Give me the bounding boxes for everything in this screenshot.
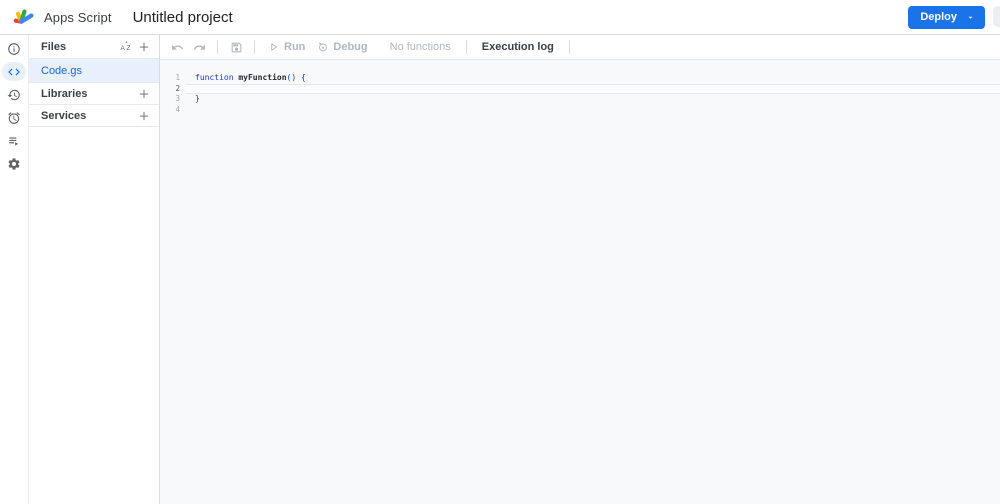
sidebar-item-executions[interactable] <box>0 129 29 152</box>
undo-icon[interactable] <box>166 36 188 58</box>
debug-icon <box>319 42 328 52</box>
code-lines: 1 function myFunction() {2 3} 4 <box>160 73 1000 115</box>
files-panel-header: Files A Z <box>29 35 159 59</box>
code-line-content <box>186 105 1000 116</box>
debug-button[interactable]: Debug <box>311 36 373 58</box>
settings-gear-icon <box>7 157 21 171</box>
code-editor[interactable]: 1 function myFunction() {2 3} 4 <box>160 60 1000 504</box>
editor-column: Run Debug No functions Execution log 1 fu… <box>160 35 1000 504</box>
executions-icon <box>7 134 21 148</box>
add-file-icon[interactable] <box>135 38 152 55</box>
save-icon[interactable] <box>225 36 247 58</box>
function-selector[interactable]: No functions <box>382 41 459 53</box>
code-icon <box>2 62 26 81</box>
deploy-button[interactable]: Deploy <box>908 5 985 29</box>
code-line[interactable]: 1 function myFunction() { <box>160 73 1000 84</box>
code-line[interactable]: 3} <box>160 94 1000 105</box>
execution-log-button[interactable]: Execution log <box>474 41 562 53</box>
files-panel-title: Files <box>41 40 67 53</box>
svg-text:A: A <box>121 45 126 52</box>
services-section[interactable]: Services <box>29 105 159 127</box>
deploy-button-label: Deploy <box>920 11 957 23</box>
play-icon <box>271 43 277 51</box>
debug-label: Debug <box>333 41 368 53</box>
files-panel: Files A Z Code.gs Libraries Services <box>29 35 160 504</box>
sidebar-item-project-settings[interactable] <box>0 152 29 175</box>
code-line-content: function myFunction() { <box>195 73 306 82</box>
header-edge-element <box>993 6 1000 27</box>
apps-script-logo-icon <box>12 5 36 29</box>
toolbar-divider <box>465 40 467 54</box>
left-nav-rail <box>0 35 29 504</box>
code-line-content: } <box>195 94 200 103</box>
sidebar-item-editor[interactable] <box>0 60 29 83</box>
app-header: Apps Script Untitled project Deploy <box>0 0 1000 35</box>
toolbar-divider <box>217 40 218 54</box>
toolbar-divider <box>254 40 255 54</box>
line-number: 3 <box>175 94 180 103</box>
line-number: 1 <box>175 73 180 82</box>
libraries-section[interactable]: Libraries <box>29 83 159 105</box>
app-name: Apps Script <box>44 9 112 25</box>
code-line-content <box>186 83 1000 94</box>
redo-icon[interactable] <box>188 36 210 58</box>
services-label: Services <box>41 109 87 122</box>
code-line[interactable]: 4 <box>160 105 1000 116</box>
file-item-code-gs[interactable]: Code.gs <box>29 59 159 83</box>
line-number: 2 <box>175 83 180 93</box>
toolbar-divider <box>568 40 570 54</box>
file-name: Code.gs <box>41 64 82 77</box>
apps-script-window: Apps Script Untitled project Deploy File… <box>0 0 1000 504</box>
add-library-icon[interactable] <box>135 85 152 102</box>
sort-az-icon[interactable]: A Z <box>118 38 135 55</box>
editor-toolbar: Run Debug No functions Execution log <box>160 35 1000 60</box>
libraries-label: Libraries <box>41 87 88 100</box>
project-title[interactable]: Untitled project <box>133 9 233 26</box>
run-button[interactable]: Run <box>262 36 311 58</box>
history-icon <box>7 88 21 102</box>
code-line[interactable]: 2 <box>160 83 1000 94</box>
info-icon <box>7 42 21 56</box>
alarm-icon <box>7 111 21 125</box>
sidebar-item-overview[interactable] <box>0 37 29 60</box>
run-label: Run <box>284 41 306 53</box>
svg-text:Z: Z <box>127 45 131 52</box>
add-service-icon[interactable] <box>135 107 152 124</box>
sidebar-item-project-history[interactable] <box>0 83 29 106</box>
chevron-down-icon <box>968 16 973 19</box>
sidebar-item-triggers[interactable] <box>0 106 29 129</box>
line-number: 4 <box>175 104 180 114</box>
